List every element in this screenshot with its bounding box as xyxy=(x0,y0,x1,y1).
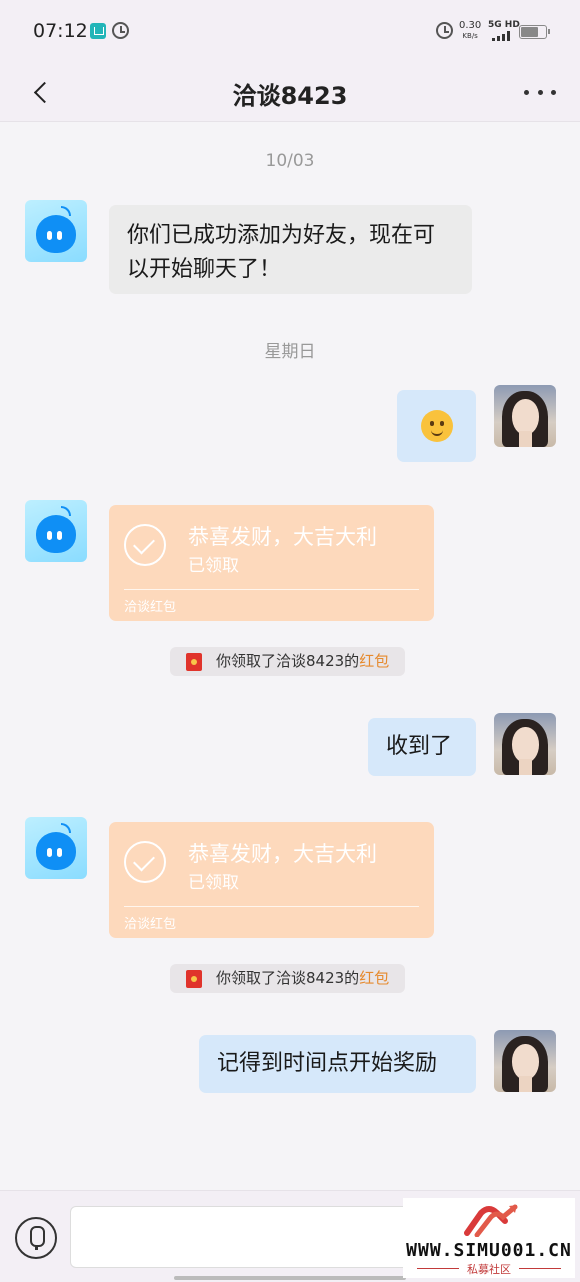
more-dots-icon[interactable] xyxy=(524,78,556,106)
battery-icon xyxy=(519,25,550,39)
message-text: 你们已成功添加为好友，现在可以开始聊天了！ xyxy=(127,223,436,282)
notice-text: 你领取了洽谈8423的 xyxy=(216,652,360,670)
red-packet-footer: 洽谈红包 xyxy=(124,600,177,615)
message-input[interactable] xyxy=(70,1206,410,1268)
watermark-site: WWW.SIMU001.CN xyxy=(406,1240,572,1261)
red-packet-notice: 你领取了洽谈8423的红包 xyxy=(170,964,406,993)
status-bar: 07:12 0.30 KB/s 5G HD xyxy=(0,0,580,62)
red-packet-notice: 你领取了洽谈8423的红包 xyxy=(170,647,406,676)
chat-header: 洽谈8423 xyxy=(0,62,580,122)
watermark: WWW.SIMU001.CN 私募社区 xyxy=(403,1198,575,1278)
divider xyxy=(124,906,419,907)
red-packet-footer: 洽谈红包 xyxy=(124,917,177,932)
contact-avatar[interactable] xyxy=(25,817,87,879)
red-envelope-icon xyxy=(186,970,202,988)
my-avatar[interactable] xyxy=(494,1030,556,1092)
mascot-icon xyxy=(36,215,76,253)
notice-link[interactable]: 红包 xyxy=(359,969,389,987)
notice-text: 你领取了洽谈8423的 xyxy=(216,969,360,987)
my-avatar[interactable] xyxy=(494,713,556,775)
date-separator: 星期日 xyxy=(264,342,316,362)
red-packet-card[interactable]: 恭喜发财，大吉大利 已领取 洽谈红包 xyxy=(109,822,434,938)
red-packet-title: 恭喜发财，大吉大利 xyxy=(188,525,377,549)
network-speed-unit: KB/s xyxy=(462,32,478,40)
alarm-clock-icon xyxy=(112,22,129,39)
message-text: 收到了 xyxy=(386,734,453,759)
signal-bars-icon xyxy=(492,31,514,41)
message-bubble-outgoing[interactable]: 收到了 xyxy=(368,718,476,776)
watermark-logo xyxy=(464,1204,518,1237)
notice-link[interactable]: 红包 xyxy=(359,652,389,670)
microphone-icon[interactable] xyxy=(15,1217,57,1259)
message-bubble-outgoing[interactable] xyxy=(397,390,476,462)
watermark-name: 私募社区 xyxy=(403,1261,575,1277)
contact-avatar[interactable] xyxy=(25,200,87,262)
red-packet-status: 已领取 xyxy=(188,556,239,576)
network-type: 5G HD xyxy=(488,20,520,30)
status-time: 07:12 xyxy=(33,20,88,42)
chat-title: 洽谈8423 xyxy=(232,82,348,110)
home-app-icon xyxy=(90,23,106,39)
message-bubble-incoming[interactable]: 你们已成功添加为好友，现在可以开始聊天了！ xyxy=(109,205,472,294)
network-speed: 0.30 KB/s xyxy=(459,21,481,41)
check-circle-icon xyxy=(124,841,166,883)
date-separator: 10/03 xyxy=(265,151,315,171)
home-indicator[interactable] xyxy=(174,1276,406,1280)
contact-avatar[interactable] xyxy=(25,500,87,562)
message-bubble-outgoing[interactable]: 记得到时间点开始奖励 xyxy=(199,1035,476,1093)
red-envelope-icon xyxy=(186,653,202,671)
message-text: 记得到时间点开始奖励 xyxy=(217,1051,438,1076)
red-packet-card[interactable]: 恭喜发财，大吉大利 已领取 洽谈红包 xyxy=(109,505,434,621)
smile-emoji-icon xyxy=(421,410,453,442)
red-packet-title: 恭喜发财，大吉大利 xyxy=(188,842,377,866)
check-circle-icon xyxy=(124,524,166,566)
mascot-icon xyxy=(36,832,76,870)
divider xyxy=(124,589,419,590)
network-speed-value: 0.30 xyxy=(459,20,482,31)
alarm-clock-icon xyxy=(436,22,453,39)
red-packet-status: 已领取 xyxy=(188,873,239,893)
mascot-icon xyxy=(36,515,76,553)
my-avatar[interactable] xyxy=(494,385,556,447)
